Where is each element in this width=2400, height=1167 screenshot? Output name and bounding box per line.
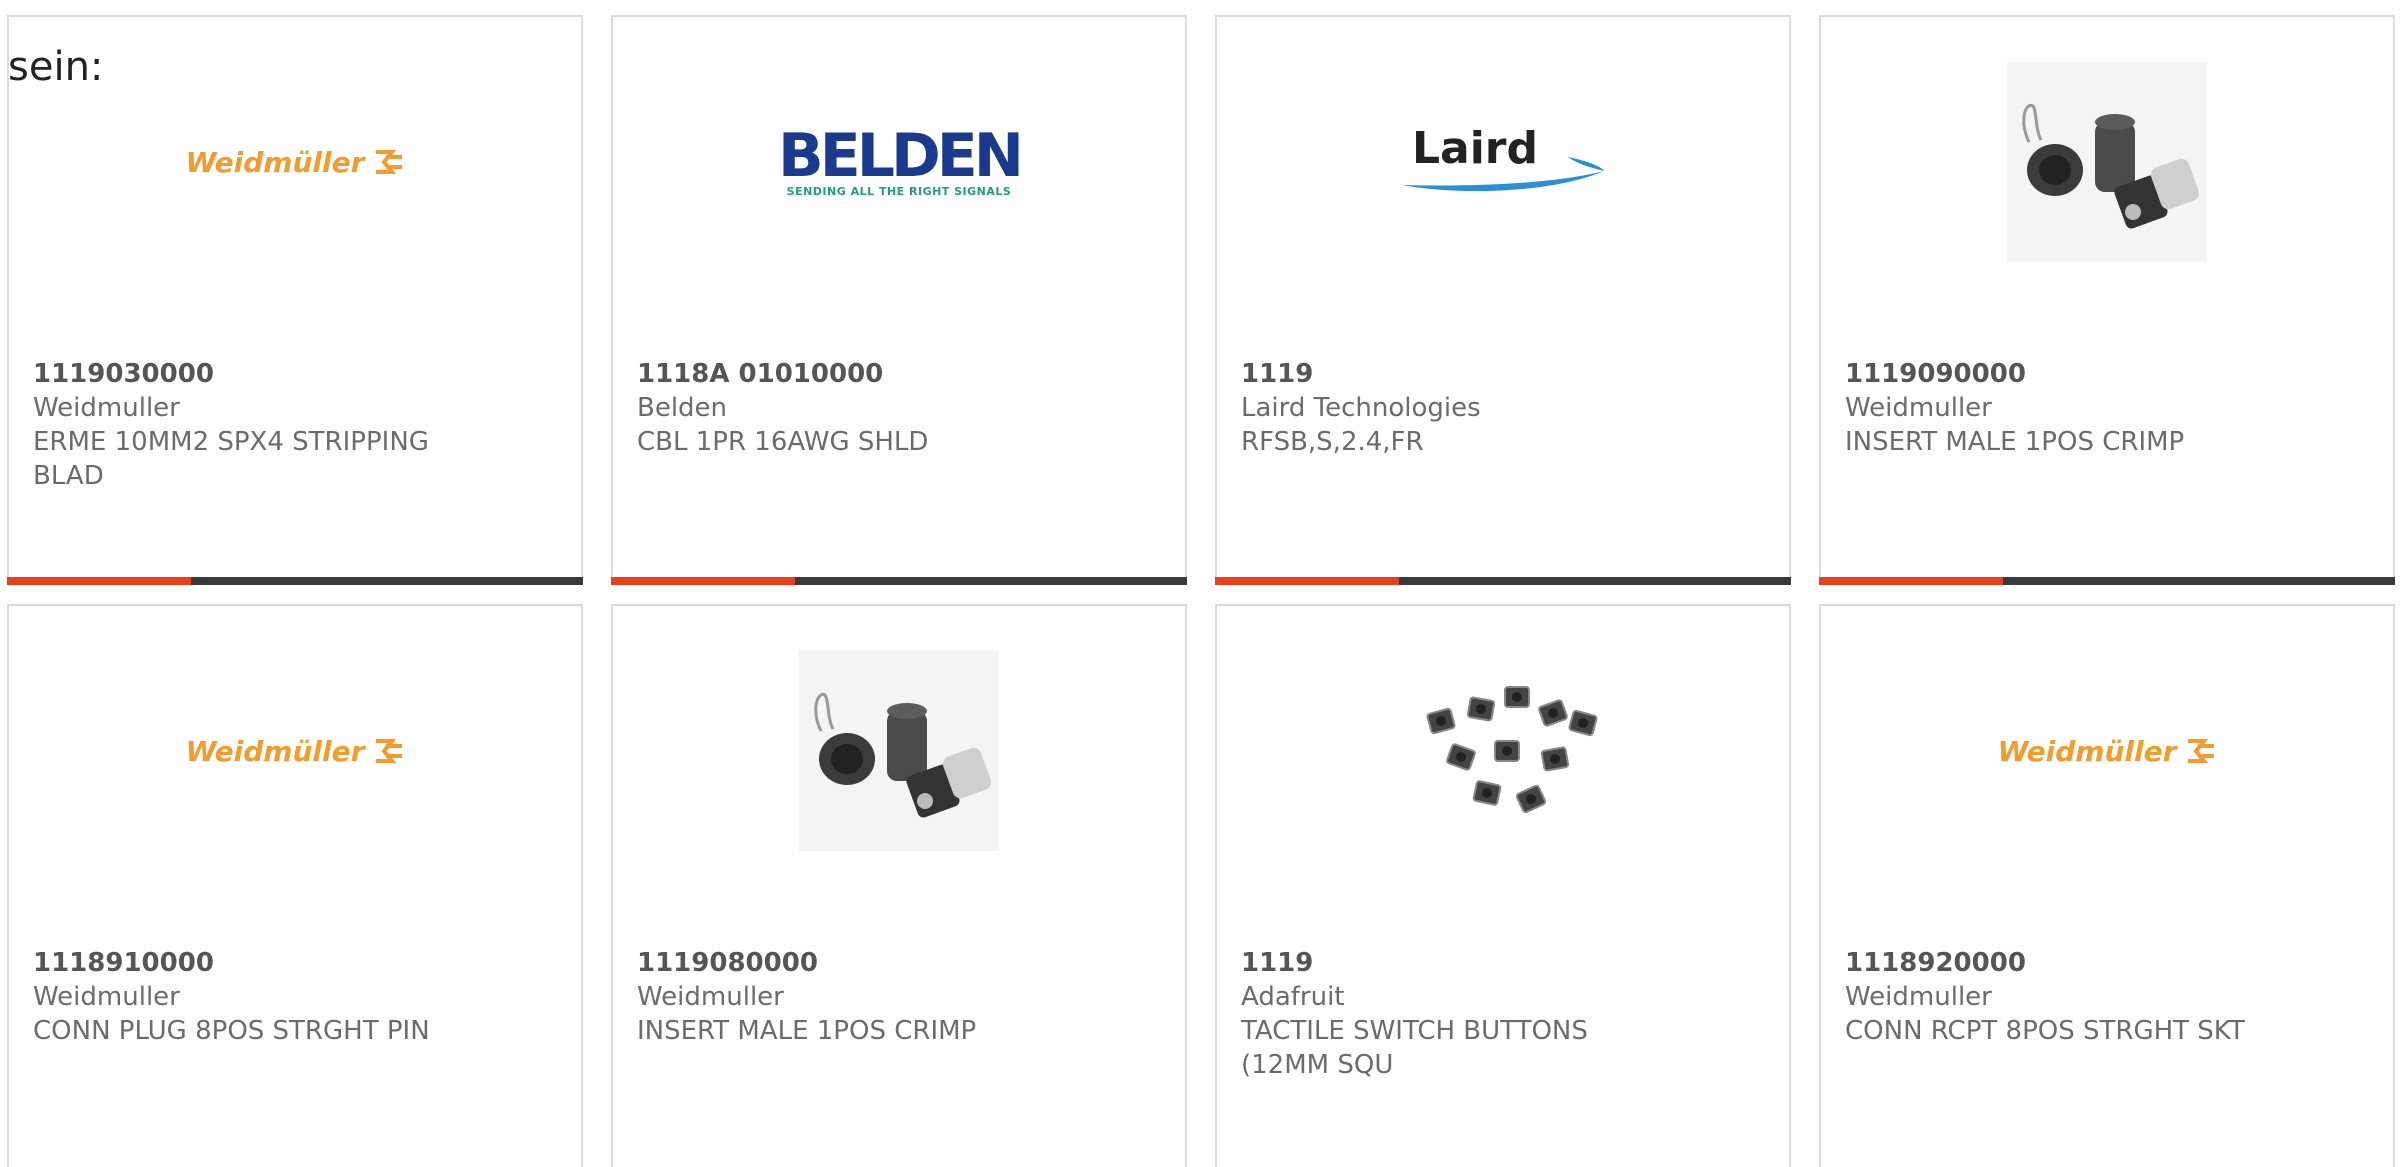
part-number[interactable]: 1118910000 <box>33 946 453 980</box>
belden-logo: BELDEN SENDING ALL THE RIGHT SIGNALS <box>778 120 1024 198</box>
product-card[interactable]: Weidmüller 1118910000 Weidmuller CONN PL… <box>7 604 583 1167</box>
product-image: Weidmüller <box>9 62 581 262</box>
weidmuller-logo: Weidmüller <box>1998 735 2217 768</box>
connector-photo <box>799 651 999 851</box>
manufacturer: Weidmuller <box>1845 393 1992 423</box>
weidmuller-logo: Weidmüller <box>186 735 405 768</box>
manufacturer: Adafruit <box>1241 982 1345 1012</box>
manufacturer: Laird Technologies <box>1241 393 1481 423</box>
manufacturer: Belden <box>637 393 728 423</box>
product-card[interactable]: Weidmüller 1118920000 Weidmuller CONN RC… <box>1819 604 2395 1167</box>
description: ERME 10MM2 SPX4 STRIPPING BLAD <box>33 427 429 491</box>
product-grid-page: sein: Weidmüller 1119030000 Weidmuller E… <box>0 0 2400 1167</box>
description: CBL 1PR 16AWG SHLD <box>637 427 929 457</box>
product-image: BELDEN SENDING ALL THE RIGHT SIGNALS <box>613 62 1185 262</box>
description: CONN RCPT 8POS STRGHT SKT <box>1845 1016 2245 1046</box>
description: RFSB,S,2.4,FR <box>1241 427 1424 457</box>
card-bottom-bar <box>1215 577 1791 585</box>
laird-logo: Laird <box>1398 123 1608 197</box>
description: INSERT MALE 1POS CRIMP <box>1845 427 2185 457</box>
part-number[interactable]: 1119 <box>1241 357 1661 391</box>
weidmuller-logo: Weidmüller <box>186 146 405 179</box>
part-number[interactable]: 1119090000 <box>1845 357 2265 391</box>
product-image <box>1821 62 2393 262</box>
product-card[interactable]: BELDEN SENDING ALL THE RIGHT SIGNALS 111… <box>611 15 1187 585</box>
description: INSERT MALE 1POS CRIMP <box>637 1016 977 1046</box>
manufacturer: Weidmuller <box>33 393 180 423</box>
card-bottom-bar <box>1819 577 2395 585</box>
manufacturer: Weidmuller <box>33 982 180 1012</box>
product-image: Weidmüller <box>1821 651 2393 851</box>
part-number[interactable]: 1119 <box>1241 946 1661 980</box>
product-card[interactable]: 1119090000 Weidmuller INSERT MALE 1POS C… <box>1819 15 2395 585</box>
card-bottom-bar <box>7 577 583 585</box>
description: TACTILE SWITCH BUTTONS (12MM SQU <box>1241 1016 1588 1080</box>
product-image <box>613 651 1185 851</box>
product-image: Weidmüller <box>9 651 581 851</box>
product-image <box>1217 651 1789 851</box>
intro-text: sein: <box>8 44 104 90</box>
product-card[interactable]: Laird 1119 Laird Technologies RFSB,S,2.4… <box>1215 15 1791 585</box>
card-bottom-bar <box>611 577 1187 585</box>
product-card[interactable]: 1119080000 Weidmuller INSERT MALE 1POS C… <box>611 604 1187 1167</box>
part-number[interactable]: 1118920000 <box>1845 946 2265 980</box>
manufacturer: Weidmuller <box>1845 982 1992 1012</box>
product-card[interactable]: 1119 Adafruit TACTILE SWITCH BUTTONS (12… <box>1215 604 1791 1167</box>
connector-photo <box>2007 62 2207 262</box>
product-card[interactable]: Weidmüller 1119030000 Weidmuller ERME 10… <box>7 15 583 585</box>
description: CONN PLUG 8POS STRGHT PIN <box>33 1016 430 1046</box>
part-number[interactable]: 1118A 01010000 <box>637 357 1057 391</box>
part-number[interactable]: 1119030000 <box>33 357 453 391</box>
tactile-switches-photo <box>1426 686 1598 814</box>
product-image: Laird <box>1217 62 1789 262</box>
manufacturer: Weidmuller <box>637 982 784 1012</box>
part-number[interactable]: 1119080000 <box>637 946 1057 980</box>
